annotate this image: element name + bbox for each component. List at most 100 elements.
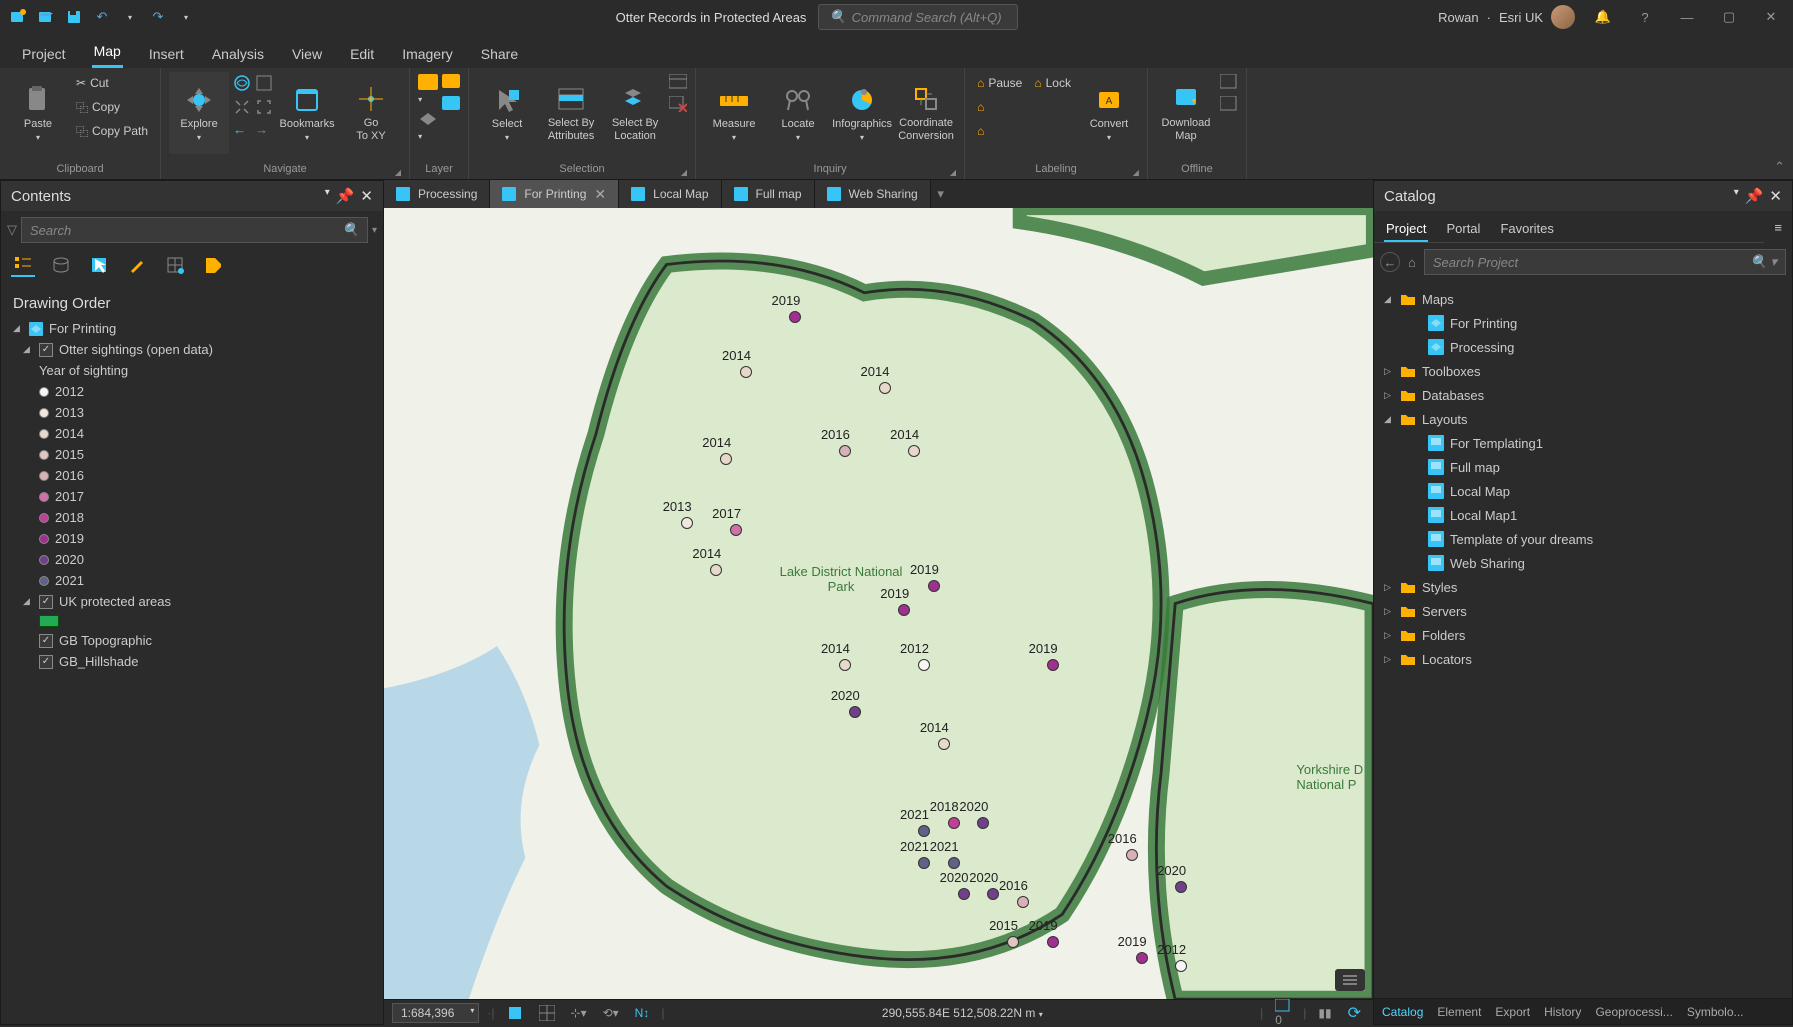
map-point[interactable]: 2014 [710,564,722,576]
expand-icon[interactable]: ▷ [1384,630,1394,641]
map-point[interactable]: 2019 [1047,936,1059,948]
save-project-icon[interactable] [64,7,84,27]
list-by-editing-icon[interactable] [125,253,149,277]
catalog-tab-project[interactable]: Project [1384,217,1428,242]
convert-labels-button[interactable]: AConvert▾ [1079,72,1139,154]
map-view[interactable]: Lake District National Park Yorkshire D … [384,208,1373,999]
symbol-class[interactable]: 2012 [13,381,371,402]
undo-icon[interactable]: ↶ [92,7,112,27]
paste-button[interactable]: Paste ▾ [8,72,68,154]
collapse-icon[interactable]: ◢ [13,323,23,334]
notifications-icon[interactable]: 🔔 [1589,3,1617,31]
select-button[interactable]: Select▾ [477,72,537,154]
map-point[interactable]: 2014 [879,382,891,394]
hamburger-icon[interactable]: ≡ [1764,220,1792,235]
list-by-drawing-order-icon[interactable] [11,253,35,277]
map-point[interactable]: 2021 [948,857,960,869]
map-point[interactable]: 2014 [839,659,851,671]
more-labeling-button[interactable]: ⌂ [973,120,1026,142]
symbol-class[interactable]: 2020 [13,549,371,570]
fixed-zoom-out-icon[interactable] [255,98,273,116]
expand-icon[interactable]: ◢ [1384,294,1394,305]
back-icon[interactable]: ← [1380,252,1400,272]
map-point[interactable]: 2012 [1175,960,1187,972]
map-point[interactable]: 2015 [1007,936,1019,948]
catalog-node[interactable]: ▷Servers [1384,599,1782,623]
redo-dropdown[interactable]: ▾ [176,7,196,27]
tab-project[interactable]: Project [20,40,68,68]
sync-icon[interactable] [1220,74,1238,90]
panel-menu-icon[interactable]: ▾ [325,187,330,205]
catalog-node[interactable]: ▷Styles [1384,575,1782,599]
open-project-icon[interactable] [36,7,56,27]
expand-icon[interactable]: ◢ [1384,414,1394,425]
map-point[interactable]: 2018 [948,817,960,829]
minimize-icon[interactable]: — [1673,3,1701,31]
map-point[interactable]: 2020 [1175,881,1187,893]
coord-conversion-button[interactable]: Coordinate Conversion [896,72,956,154]
map-point[interactable]: 2012 [918,659,930,671]
sb-north-icon[interactable]: N↕ [631,1006,654,1020]
bottom-tab[interactable]: Catalog [1382,1005,1423,1019]
map-point[interactable]: 2016 [1126,849,1138,861]
redo-icon[interactable]: ↷ [148,7,168,27]
sb-selected-features-icon[interactable]: 0 [1271,999,1295,1027]
add-graphics-icon[interactable] [442,96,460,112]
view-unplaced-button[interactable]: ⌂ [973,96,1026,118]
expand-icon[interactable]: ▷ [1384,366,1394,377]
infographics-button[interactable]: Infographics▾ [832,72,892,154]
catalog-item[interactable]: Web Sharing [1384,551,1782,575]
full-extent-icon[interactable] [233,74,251,92]
view-tab[interactable]: Processing [384,180,490,208]
view-tab[interactable]: Full map [722,180,815,208]
catalog-item[interactable]: Template of your dreams [1384,527,1782,551]
map-point[interactable]: 2020 [958,888,970,900]
attributes-icon[interactable] [669,74,687,90]
catalog-node[interactable]: ▷Folders [1384,623,1782,647]
tab-analysis[interactable]: Analysis [210,40,266,68]
clear-selection-icon[interactable] [669,96,687,112]
map-point[interactable]: 2016 [839,445,851,457]
home-icon[interactable]: ⌂ [1404,255,1420,270]
checkbox[interactable]: ✓ [39,634,53,648]
sb-refresh-icon[interactable]: ⟳ [1344,1003,1365,1023]
bookmarks-button[interactable]: Bookmarks ▾ [277,72,337,154]
catalog-item[interactable]: Local Map1 [1384,503,1782,527]
catalog-tab-favorites[interactable]: Favorites [1498,217,1555,242]
catalog-tab-portal[interactable]: Portal [1444,217,1482,242]
list-by-snapping-icon[interactable] [163,253,187,277]
download-map-button[interactable]: Download Map [1156,72,1216,154]
add-preset-icon[interactable] [442,74,460,90]
undo-dropdown[interactable]: ▾ [120,7,140,27]
symbol-class[interactable]: 2017 [13,486,371,507]
lock-labels-button[interactable]: ⌂Lock [1030,72,1075,94]
command-search[interactable]: 🔍 Command Search (Alt+Q) [818,4,1018,30]
sb-grid-icon[interactable] [535,1005,559,1021]
sb-snapping-icon[interactable]: ⊹▾ [567,1006,591,1020]
bottom-tab[interactable]: Geoprocessi... [1595,1005,1672,1019]
view-tab[interactable]: For Printing✕ [490,180,619,208]
new-project-icon[interactable] [8,7,28,27]
symbol-class[interactable]: 2016 [13,465,371,486]
zoom-selection-icon[interactable] [233,98,251,116]
tab-share[interactable]: Share [479,40,520,68]
bottom-tab[interactable]: Symbolo... [1687,1005,1744,1019]
map-widget-icon[interactable] [1335,969,1365,991]
map-point[interactable]: 2014 [720,453,732,465]
next-extent-icon[interactable]: → [255,122,273,137]
map-point[interactable]: 2019 [898,604,910,616]
map-point[interactable]: 2013 [681,517,693,529]
explore-button[interactable]: Explore ▾ [169,72,229,154]
expand-icon[interactable]: ▷ [1384,582,1394,593]
catalog-search[interactable]: Search Project🔍 ▾ [1424,249,1786,275]
help-icon[interactable]: ? [1631,3,1659,31]
pin-icon[interactable]: 📌 [336,187,355,205]
contents-search[interactable]: Search🔍 [21,217,368,243]
measure-button[interactable]: Measure▾ [704,72,764,154]
close-icon[interactable]: ✕ [594,186,606,203]
map-point[interactable]: 2020 [849,706,861,718]
bottom-tab[interactable]: History [1544,1005,1581,1019]
catalog-node[interactable]: ◢Layouts [1384,407,1782,431]
close-icon[interactable]: ✕ [1769,187,1782,205]
tab-map[interactable]: Map [92,37,123,68]
